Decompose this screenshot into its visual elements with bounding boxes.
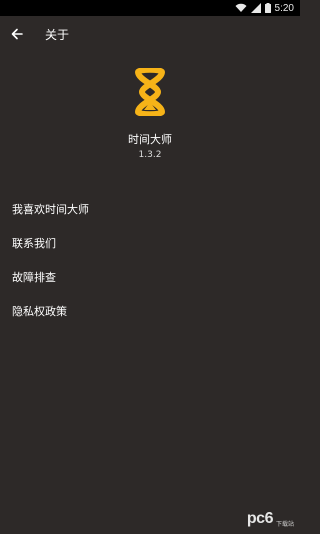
status-time: 5:20 [274, 2, 294, 14]
battery-icon [264, 3, 271, 13]
menu-item-label: 联系我们 [12, 237, 56, 250]
menu-item-label: 隐私权政策 [12, 305, 67, 318]
app-name: 时间大师 [128, 133, 172, 146]
menu-item-like-app[interactable]: 我喜欢时间大师 [0, 192, 300, 226]
menu-item-label: 故障排查 [12, 271, 56, 284]
about-menu: 我喜欢时间大师 联系我们 故障排查 隐私权政策 [0, 192, 300, 328]
back-button[interactable] [0, 16, 34, 52]
app-bar: 关于 [0, 16, 300, 52]
status-bar: 5:20 [0, 0, 300, 16]
app-logo-icon [132, 66, 168, 118]
wifi-icon [235, 3, 247, 13]
arrow-left-icon [11, 25, 23, 44]
app-version: 1.3.2 [138, 150, 162, 160]
menu-item-privacy-policy[interactable]: 隐私权政策 [0, 294, 300, 328]
watermark-logo: pc6 下载站 [247, 510, 294, 528]
signal-icon [250, 3, 261, 13]
menu-item-label: 我喜欢时间大师 [12, 203, 89, 216]
menu-item-troubleshooting[interactable]: 故障排查 [0, 260, 300, 294]
menu-item-contact-us[interactable]: 联系我们 [0, 226, 300, 260]
watermark-subtext: 下载站 [275, 520, 294, 528]
watermark-text: pc6 [246, 510, 274, 527]
page-title: 关于 [45, 27, 70, 42]
